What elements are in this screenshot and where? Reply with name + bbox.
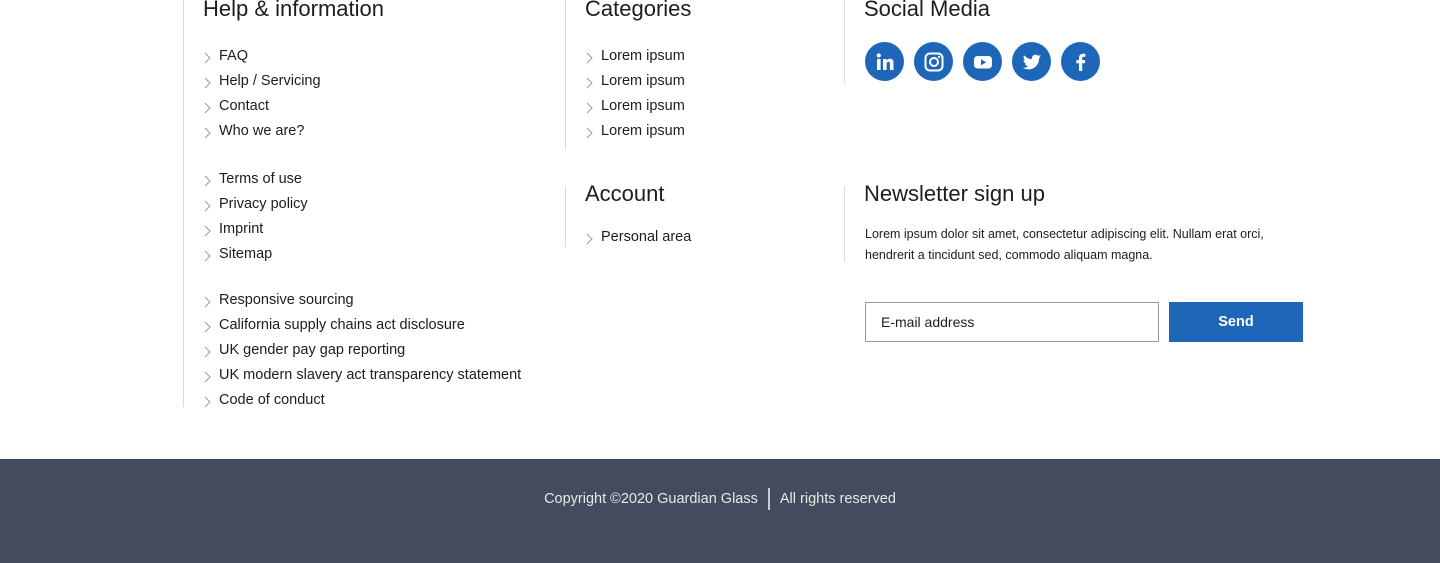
chevron-right-icon: [203, 172, 219, 188]
footer-top: Help & information FAQ Help / Servicing …: [0, 0, 1440, 459]
chevron-right-icon: [585, 230, 601, 246]
categories-column: Categories Lorem ipsum Lorem ipsum Lorem…: [565, 0, 846, 150]
social-heading: Social Media: [864, 0, 990, 21]
newsletter-heading: Newsletter sign up: [864, 181, 1045, 206]
twitter-icon[interactable]: [1012, 42, 1051, 81]
category-link[interactable]: Lorem ipsum: [585, 94, 685, 119]
copyright-text: Copyright ©2020 Guardian Glass: [544, 491, 758, 507]
account-link-personal-area[interactable]: Personal area: [585, 225, 691, 250]
category-link[interactable]: Lorem ipsum: [585, 69, 685, 94]
chevron-right-icon: [203, 197, 219, 213]
chevron-right-icon: [203, 393, 219, 409]
help-links-group-3: Responsive sourcing California supply ch…: [203, 288, 521, 413]
help-link[interactable]: UK gender pay gap reporting: [203, 338, 521, 363]
chevron-right-icon: [585, 124, 601, 140]
help-link[interactable]: UK modern slavery act transparency state…: [203, 363, 521, 388]
rights-text: All rights reserved: [779, 491, 896, 507]
help-link[interactable]: California supply chains act disclosure: [203, 313, 521, 338]
help-link[interactable]: Sitemap: [203, 242, 308, 267]
help-links-group-1: FAQ Help / Servicing Contact Who we are?: [203, 44, 321, 144]
chevron-right-icon: [203, 368, 219, 384]
newsletter-column: Newsletter sign up Lorem ipsum dolor sit…: [844, 182, 1345, 262]
facebook-icon[interactable]: [1061, 42, 1100, 81]
copyright-row: Copyright ©2020 Guardian Glass All right…: [0, 488, 1440, 510]
send-button[interactable]: Send: [1169, 302, 1303, 342]
account-heading: Account: [585, 181, 665, 206]
chevron-right-icon: [203, 124, 219, 140]
account-column: Account Personal area: [565, 182, 846, 250]
account-links: Personal area: [585, 225, 691, 250]
help-link[interactable]: Terms of use: [203, 167, 308, 192]
chevron-right-icon: [203, 49, 219, 65]
help-link[interactable]: Privacy policy: [203, 192, 308, 217]
chevron-right-icon: [203, 222, 219, 238]
newsletter-description: Lorem ipsum dolor sit amet, consectetur …: [865, 227, 1264, 262]
help-heading: Help & information: [203, 0, 384, 21]
help-link[interactable]: Contact: [203, 94, 321, 119]
help-link[interactable]: Who we are?: [203, 119, 321, 144]
help-link[interactable]: Imprint: [203, 217, 308, 242]
chevron-right-icon: [585, 99, 601, 115]
email-field[interactable]: [865, 302, 1159, 342]
social-icons-row: [865, 42, 1100, 81]
social-column: Social Media: [844, 0, 1345, 83]
chevron-right-icon: [203, 318, 219, 334]
chevron-right-icon: [585, 49, 601, 65]
chevron-right-icon: [203, 293, 219, 309]
categories-heading: Categories: [585, 0, 692, 21]
help-link[interactable]: Responsive sourcing: [203, 288, 521, 313]
help-link[interactable]: FAQ: [203, 44, 321, 69]
category-link[interactable]: Lorem ipsum: [585, 119, 685, 144]
chevron-right-icon: [585, 74, 601, 90]
chevron-right-icon: [203, 74, 219, 90]
chevron-right-icon: [203, 99, 219, 115]
footer-bottom-bar: [0, 459, 1440, 563]
instagram-icon[interactable]: [914, 42, 953, 81]
help-link[interactable]: Help / Servicing: [203, 69, 321, 94]
chevron-right-icon: [203, 247, 219, 263]
help-column: Help & information FAQ Help / Servicing …: [183, 0, 566, 408]
help-links-group-2: Terms of use Privacy policy Imprint Site…: [203, 167, 308, 267]
categories-links: Lorem ipsum Lorem ipsum Lorem ipsum Lore…: [585, 44, 685, 144]
category-link[interactable]: Lorem ipsum: [585, 44, 685, 69]
divider: [767, 488, 770, 510]
linkedin-icon[interactable]: [865, 42, 904, 81]
chevron-right-icon: [203, 343, 219, 359]
help-link[interactable]: Code of conduct: [203, 388, 521, 413]
youtube-icon[interactable]: [963, 42, 1002, 81]
